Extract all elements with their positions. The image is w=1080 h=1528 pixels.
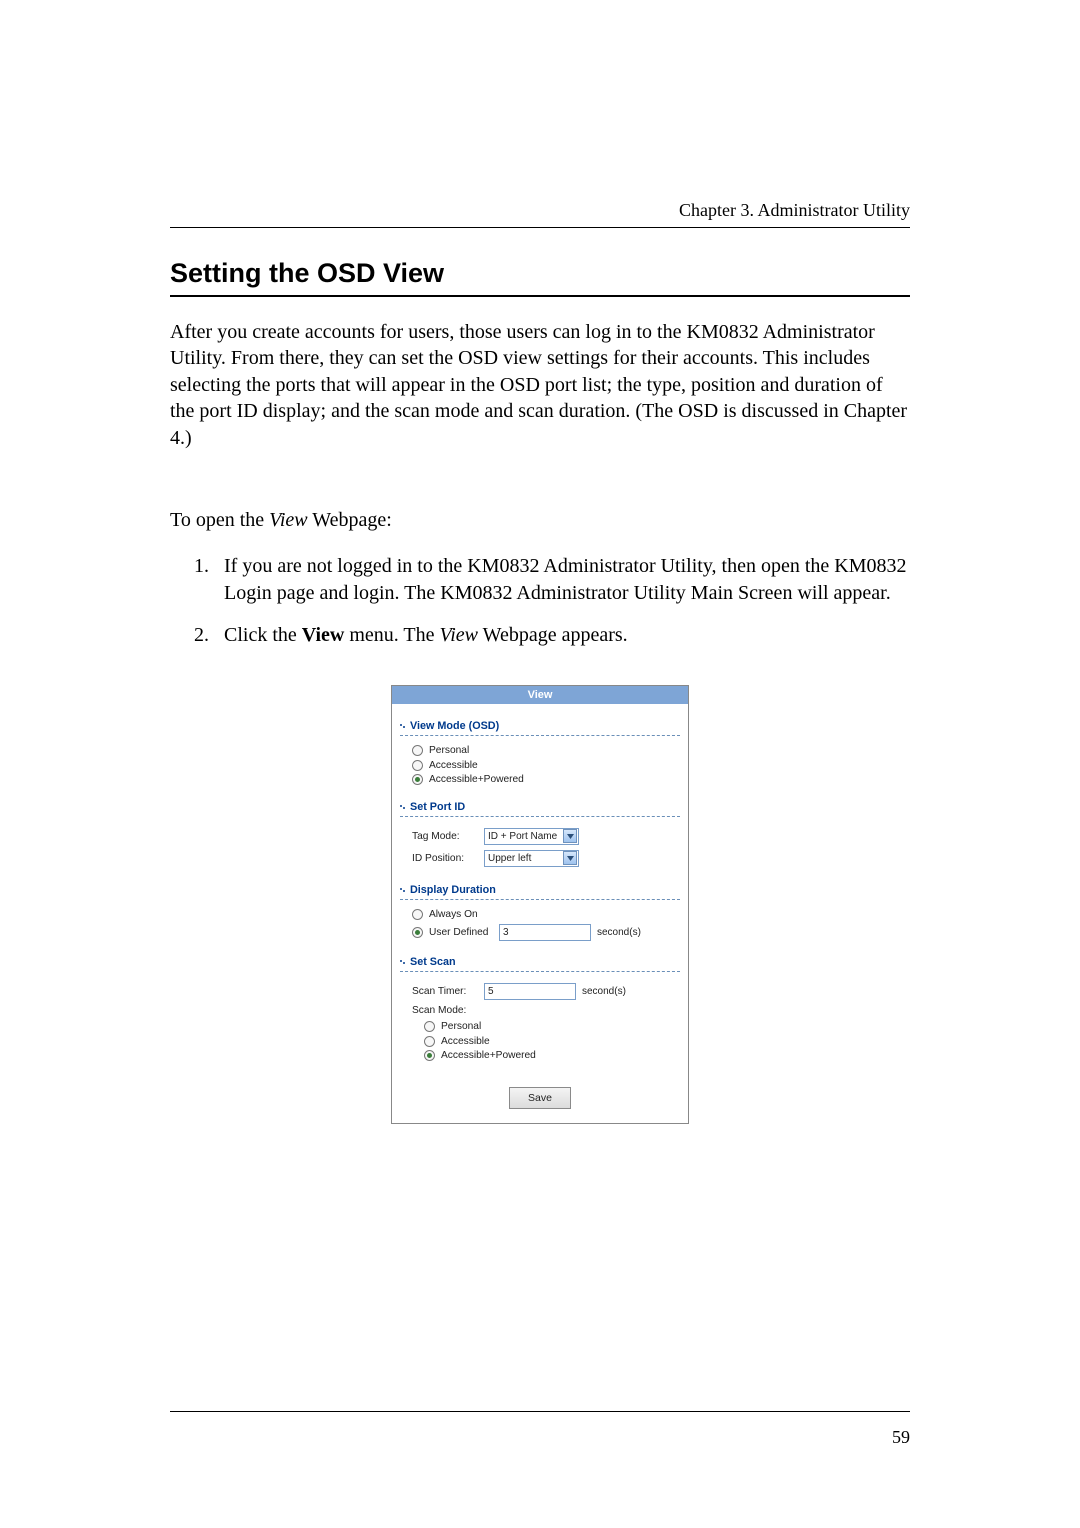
view-mode-option-1-label: Accessible [429, 760, 478, 771]
screenshot-wrapper: View View Mode (OSD) Personal Accessible [170, 685, 910, 1124]
tag-mode-value: ID + Port Name [488, 831, 557, 842]
tag-mode-select[interactable]: ID + Port Name [484, 828, 579, 845]
group-body-view-mode: Personal Accessible Accessible+Powered [400, 736, 680, 791]
steps-list: If you are not logged in to the KM0832 A… [170, 553, 910, 648]
step-2-italic: View [440, 624, 479, 646]
group-title-set-scan: Set Scan [400, 956, 680, 972]
radio-icon [424, 1050, 435, 1061]
group-title-set-scan-text: Set Scan [410, 956, 456, 968]
chevron-down-icon [563, 829, 577, 843]
scan-mode-option-1[interactable]: Accessible [424, 1036, 678, 1047]
radio-icon [412, 745, 423, 756]
scan-mode-option-0-label: Personal [441, 1021, 481, 1032]
save-row: Save [400, 1087, 680, 1109]
view-panel-title: View [392, 686, 688, 704]
bullet-icon [400, 723, 406, 729]
id-position-row: ID Position: Upper left [412, 850, 678, 867]
scan-timer-label: Scan Timer: [412, 986, 478, 997]
open-view-line: To open the View Webpage: [170, 507, 910, 533]
group-title-view-mode-text: View Mode (OSD) [410, 720, 499, 732]
radio-icon [424, 1036, 435, 1047]
step-2-bold: View [302, 624, 345, 646]
radio-icon [412, 760, 423, 771]
view-mode-option-2[interactable]: Accessible+Powered [412, 774, 678, 785]
open-view-post: Webpage: [308, 509, 392, 531]
view-mode-option-2-label: Accessible+Powered [429, 774, 524, 785]
chapter-header: Chapter 3. Administrator Utility [170, 200, 910, 221]
scan-mode-option-2-label: Accessible+Powered [441, 1050, 536, 1061]
view-mode-option-1[interactable]: Accessible [412, 760, 678, 771]
view-mode-option-0[interactable]: Personal [412, 745, 678, 756]
bullet-icon [400, 959, 406, 965]
section-title: Setting the OSD View [170, 258, 910, 289]
scan-mode-row: Scan Mode: [412, 1005, 678, 1016]
view-mode-option-0-label: Personal [429, 745, 469, 756]
open-view-inner: View [269, 509, 308, 531]
radio-icon [412, 909, 423, 920]
step-2-post: Webpage appears. [478, 624, 628, 646]
section-rule [170, 295, 910, 297]
display-duration-option-1-label: User Defined [429, 927, 493, 938]
tag-mode-row: Tag Mode: ID + Port Name [412, 828, 678, 845]
group-body-set-scan: Scan Timer: 5 second(s) Scan Mode: Perso… [400, 972, 680, 1067]
step-1: If you are not logged in to the KM0832 A… [214, 553, 910, 606]
scan-timer-unit: second(s) [582, 986, 626, 997]
radio-icon [424, 1021, 435, 1032]
footer-rule [170, 1411, 910, 1412]
page-number: 59 [892, 1427, 910, 1448]
step-2: Click the View menu. The View Webpage ap… [214, 622, 910, 648]
view-panel: View View Mode (OSD) Personal Accessible [391, 685, 689, 1124]
group-body-set-port-id: Tag Mode: ID + Port Name ID Position: Up… [400, 817, 680, 874]
document-page: Chapter 3. Administrator Utility Setting… [0, 0, 1080, 1528]
intro-paragraph: After you create accounts for users, tho… [170, 319, 910, 451]
bullet-icon [400, 804, 406, 810]
id-position-label: ID Position: [412, 853, 478, 864]
scan-mode-option-1-label: Accessible [441, 1036, 490, 1047]
group-title-set-port-id-text: Set Port ID [410, 801, 465, 813]
scan-timer-input[interactable]: 5 [484, 983, 576, 1000]
display-duration-option-1[interactable]: User Defined 3 second(s) [412, 924, 678, 941]
open-view-pre: To open the [170, 509, 269, 531]
radio-icon [412, 774, 423, 785]
scan-timer-row: Scan Timer: 5 second(s) [412, 983, 678, 1000]
id-position-value: Upper left [488, 853, 531, 864]
group-title-display-duration: Display Duration [400, 884, 680, 900]
save-button[interactable]: Save [509, 1087, 571, 1109]
scan-mode-label: Scan Mode: [412, 1005, 478, 1016]
scan-mode-option-0[interactable]: Personal [424, 1021, 678, 1032]
display-duration-option-0[interactable]: Always On [412, 909, 678, 920]
group-body-display-duration: Always On User Defined 3 second(s) [400, 900, 680, 947]
group-title-display-duration-text: Display Duration [410, 884, 496, 896]
group-title-view-mode: View Mode (OSD) [400, 720, 680, 736]
group-title-set-port-id: Set Port ID [400, 801, 680, 817]
chevron-down-icon [563, 851, 577, 865]
tag-mode-label: Tag Mode: [412, 831, 478, 842]
id-position-select[interactable]: Upper left [484, 850, 579, 867]
display-duration-option-0-label: Always On [429, 909, 478, 920]
scan-mode-option-2[interactable]: Accessible+Powered [424, 1050, 678, 1061]
scan-mode-options: Personal Accessible Accessible+Powered [412, 1021, 678, 1061]
user-defined-input[interactable]: 3 [499, 924, 591, 941]
radio-icon [412, 927, 423, 938]
step-2-mid: menu. The [344, 624, 439, 646]
step-1-text: If you are not logged in to the KM0832 A… [224, 555, 907, 603]
step-2-pre: Click the [224, 624, 302, 646]
user-defined-unit: second(s) [597, 927, 641, 938]
chapter-rule [170, 227, 910, 228]
bullet-icon [400, 887, 406, 893]
view-panel-body: View Mode (OSD) Personal Accessible Acce… [392, 704, 688, 1123]
